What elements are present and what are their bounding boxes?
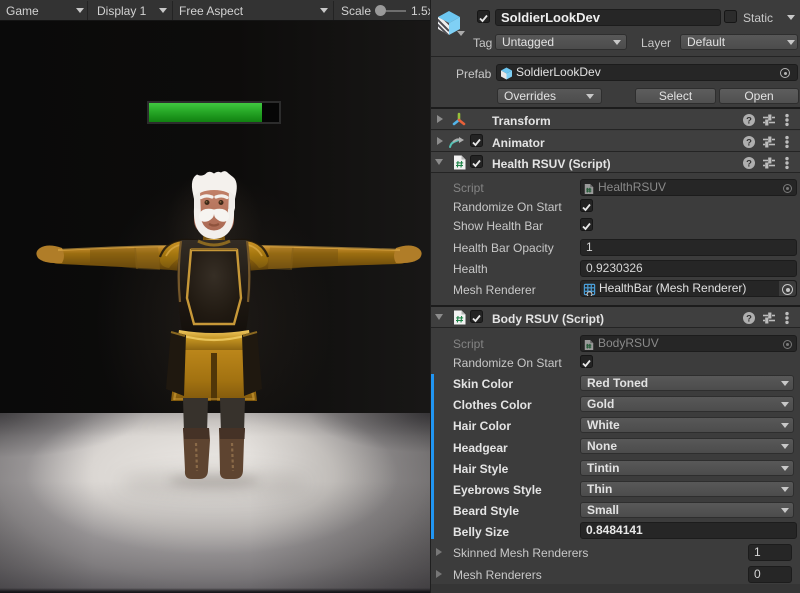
svg-text:?: ? xyxy=(746,138,752,149)
svg-text:?: ? xyxy=(746,116,752,127)
svg-text:?: ? xyxy=(746,314,752,325)
svg-text:?: ? xyxy=(746,159,752,170)
